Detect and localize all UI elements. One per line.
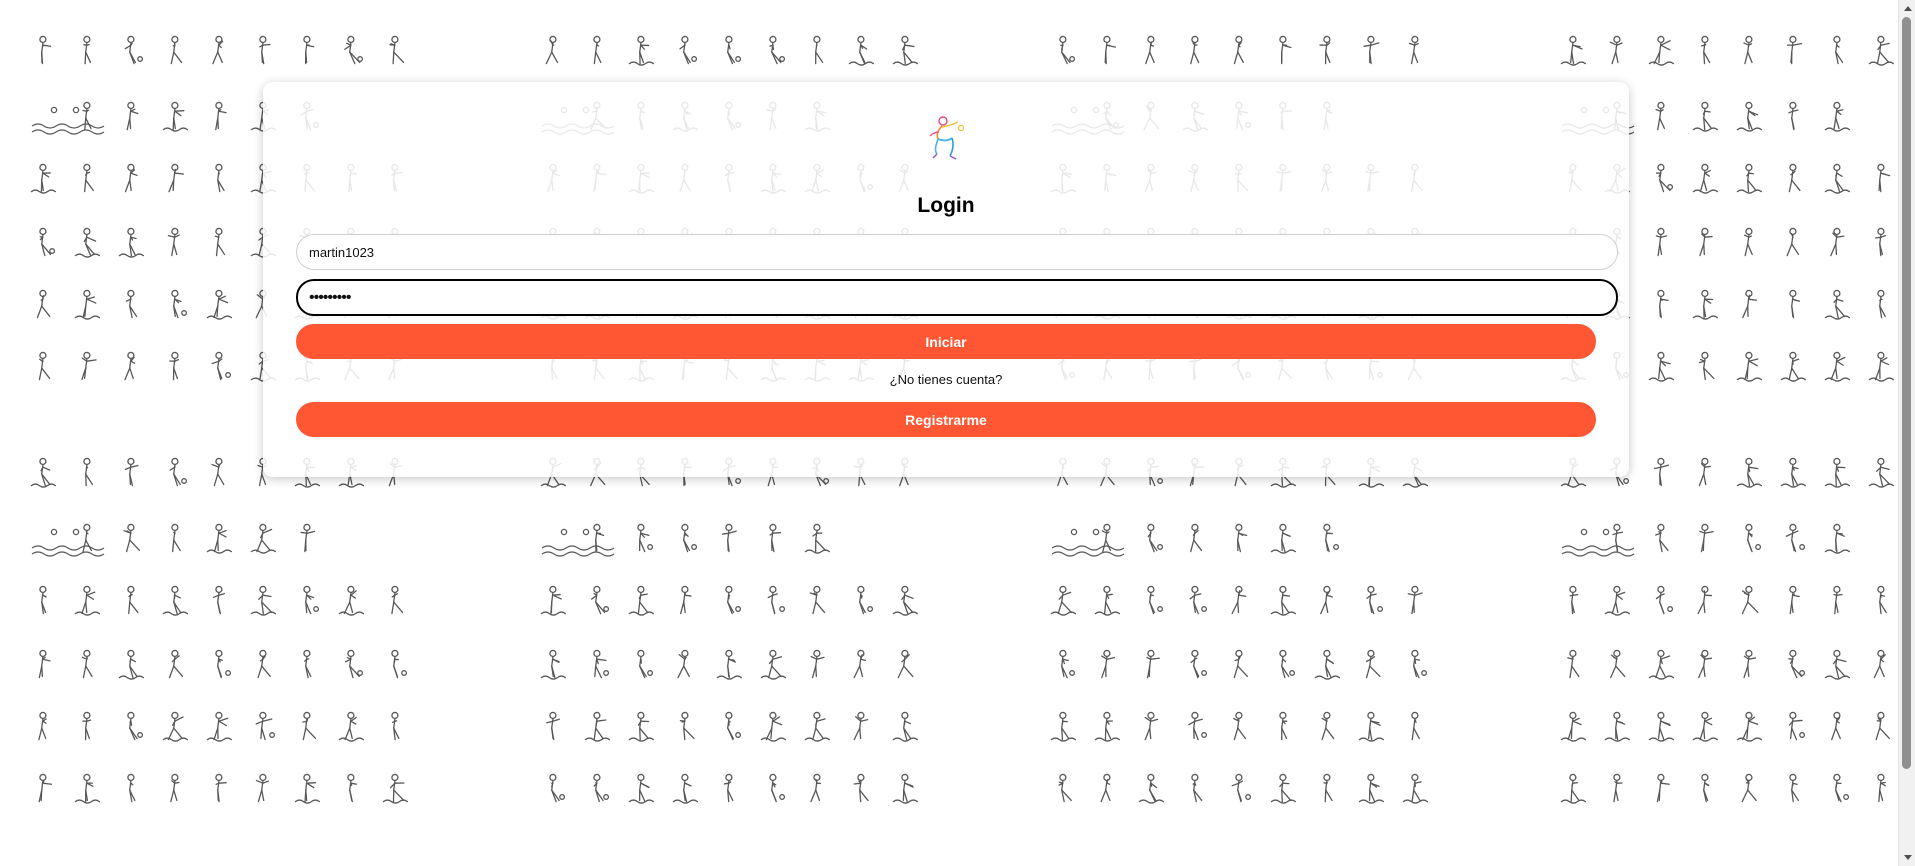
login-card: Login Iniciar ¿No tienes cuenta? Registr…: [263, 82, 1629, 477]
page-viewport: Login Iniciar ¿No tienes cuenta? Registr…: [0, 0, 1915, 866]
username-input[interactable]: [296, 234, 1618, 270]
no-account-text: ¿No tienes cuenta?: [889, 372, 1003, 387]
register-button[interactable]: Registrarme: [296, 402, 1596, 437]
scrollbar-thumb[interactable]: [1902, 17, 1911, 769]
vertical-scrollbar[interactable]: [1898, 0, 1915, 866]
login-button[interactable]: Iniciar: [296, 324, 1596, 359]
athlete-logo-icon: [929, 116, 965, 160]
page-title: Login: [917, 194, 975, 217]
arrow-up-icon[interactable]: [1899, 0, 1915, 17]
password-input[interactable]: [296, 279, 1618, 316]
arrow-down-icon[interactable]: [1899, 849, 1915, 866]
